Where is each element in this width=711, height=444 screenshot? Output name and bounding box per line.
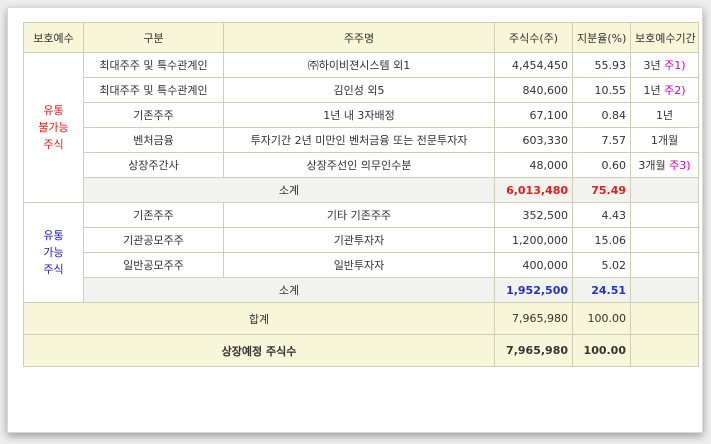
cell-holder: 김인성 외5 [223,77,495,103]
cell-category: 기관공모주주 [83,227,224,253]
footnote-ref: 주2) [664,84,686,97]
cell-holder: 기타 기존주주 [223,202,495,228]
table-row: 유통 가능 주식 기존주주 기타 기존주주 352,500 4.43 [23,202,699,303]
cell-empty [630,177,699,203]
cell-period: 1년 주2) [630,77,699,103]
cell-shares: 48,000 [494,152,573,178]
cell-ratio: 5.02 [572,252,631,278]
group-label-tradable: 유통 가능 주식 [23,202,84,303]
cell-period: 3개월 주3) [630,152,699,178]
total-row: 합계 7,965,980 100.00 [23,302,699,335]
table-row: 최대주주 및 특수관계인 김인성 외5 840,600 10.55 1년 주2) [24,77,699,103]
subtotal-row-restricted: 소계 6,013,480 75.49 [24,177,699,203]
cell-ratio: 15.06 [572,227,631,253]
header-category: 구분 [83,22,224,53]
table-row: 기관공모주주 기관투자자 1,200,000 15.06 [24,227,699,253]
cell-empty [630,277,699,303]
cell-ratio: 0.84 [572,102,631,128]
table-row: 일반공모주주 일반투자자 400,000 5.02 [24,252,699,278]
lockup-table: 보호예수 구분 주주명 주식수(주) 지분율(%) 보호예수기간 유통 불가능 … [23,22,699,367]
header-ratio: 지분율(%) [572,22,631,53]
cell-shares: 840,600 [494,77,573,103]
cell-category: 최대주주 및 특수관계인 [83,52,224,78]
header-period: 보호예수기간 [630,22,699,53]
cell-total-shares: 7,965,980 [494,302,573,335]
cell-holder: ㈜하이비젼시스템 외1 [223,52,495,78]
cell-holder: 투자기간 2년 미만인 벤처금융 또는 전문투자자 [223,127,495,153]
header-lockup: 보호예수 [23,22,84,53]
cell-holder: 기관투자자 [223,227,495,253]
cell-subtotal-label: 소계 [83,277,495,303]
cell-category: 상장주간사 [83,152,224,178]
cell-ratio: 55.93 [572,52,631,78]
cell-shares: 1,200,000 [494,227,573,253]
cell-grand-ratio: 100.00 [572,334,631,367]
cell-shares: 603,330 [494,127,573,153]
group-label-restricted: 유통 불가능 주식 [23,52,84,203]
cell-holder: 1년 내 3자배정 [223,102,495,128]
cell-category: 최대주주 및 특수관계인 [83,77,224,103]
cell-subtotal-ratio: 75.49 [572,177,631,203]
cell-holder: 상장주선인 의무인수분 [223,152,495,178]
cell-empty [630,302,699,335]
cell-total-ratio: 100.00 [572,302,631,335]
cell-shares: 4,454,450 [494,52,573,78]
footnote-ref: 주3) [669,159,691,172]
cell-total-label: 합계 [23,302,495,335]
cell-ratio: 7.57 [572,127,631,153]
cell-period: 1년 [630,102,699,128]
cell-period: 1개월 [630,127,699,153]
table-header-row: 보호예수 구분 주주명 주식수(주) 지분율(%) 보호예수기간 [23,22,699,53]
cell-subtotal-ratio: 24.51 [572,277,631,303]
cell-shares: 67,100 [494,102,573,128]
table-row: 벤처금융 투자기간 2년 미만인 벤처금융 또는 전문투자자 603,330 7… [24,127,699,153]
cell-ratio: 10.55 [572,77,631,103]
cell-ratio: 0.60 [572,152,631,178]
cell-subtotal-label: 소계 [83,177,495,203]
cell-subtotal-shares: 6,013,480 [494,177,573,203]
table-row: 기존주주 1년 내 3자배정 67,100 0.84 1년 [24,102,699,128]
header-holder: 주주명 [223,22,495,53]
cell-ratio: 4.43 [572,202,631,228]
table-row: 유통 불가능 주식 최대주주 및 특수관계인 ㈜하이비젼시스템 외1 4,454… [23,52,699,203]
header-shares: 주식수(주) [494,22,573,53]
cell-period [630,252,699,278]
grand-total-row: 상장예정 주식수 7,965,980 100.00 [23,334,699,367]
cell-shares: 352,500 [494,202,573,228]
cell-grand-shares: 7,965,980 [494,334,573,367]
table-row: 상장주간사 상장주선인 의무인수분 48,000 0.60 3개월 주3) [24,152,699,178]
footnote-ref: 주1) [664,59,686,72]
cell-period [630,227,699,253]
cell-holder: 일반투자자 [223,252,495,278]
cell-empty [630,334,699,367]
cell-category: 기존주주 [83,102,224,128]
cell-grand-label: 상장예정 주식수 [23,334,495,367]
cell-subtotal-shares: 1,952,500 [494,277,573,303]
subtotal-row-tradable: 소계 1,952,500 24.51 [24,277,699,303]
cell-category: 일반공모주주 [83,252,224,278]
cell-period: 3년 주1) [630,52,699,78]
cell-category: 벤처금융 [83,127,224,153]
cell-period [630,202,699,228]
cell-category: 기존주주 [83,202,224,228]
table-frame: 보호예수 구분 주주명 주식수(주) 지분율(%) 보호예수기간 유통 불가능 … [7,7,703,433]
cell-shares: 400,000 [494,252,573,278]
